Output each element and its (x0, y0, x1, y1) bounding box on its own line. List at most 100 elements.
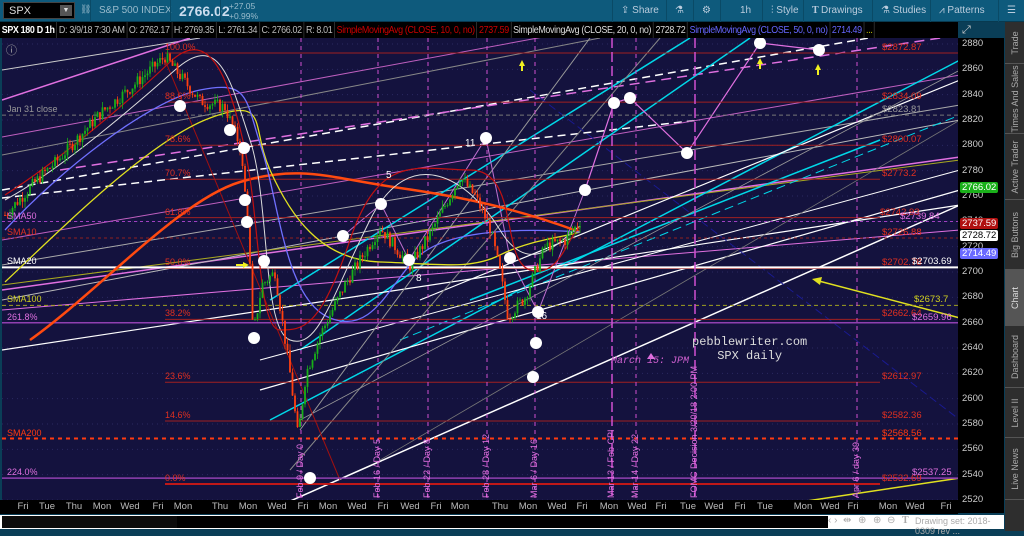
text-tool-icon[interactable]: T (902, 515, 909, 526)
expand-icon[interactable]: ⤢ (962, 24, 971, 37)
candle-body (364, 256, 366, 258)
time-axis-label: Thu (65, 501, 83, 512)
candle-body (24, 198, 26, 202)
side-tab-active-trader[interactable]: Active Trader (1005, 134, 1024, 200)
time-axis-label: Tue (679, 501, 697, 512)
sma50-label: SMA50 (7, 210, 37, 221)
candle-body (306, 368, 309, 387)
candle-body (86, 127, 89, 131)
candle-body (204, 105, 206, 107)
candle-body (124, 89, 126, 92)
pan-icon[interactable]: ⇹ (843, 515, 851, 526)
symbol-input[interactable]: SPX ▼ (3, 2, 75, 19)
candle-body (456, 185, 459, 189)
chart-title: SPX 180 D 1h (0, 22, 58, 38)
candle-body (121, 91, 124, 104)
candle-body (106, 107, 109, 110)
price-axis-label: 2640 (962, 342, 984, 353)
info-row: SPX 180 D 1h D: 3/9/18 7:30 AM O: 2762.17 H… (0, 22, 876, 38)
candle-body (574, 226, 576, 231)
candle-body (34, 178, 36, 182)
settings-button[interactable]: ⚙ (693, 0, 719, 22)
fib-price: $2800.07 (882, 134, 922, 146)
price-tag-sma50: 2714.49 (960, 247, 999, 259)
candle-body (81, 133, 84, 143)
studies-button[interactable]: ⚗ Studies (872, 0, 934, 22)
candle-body (344, 281, 346, 293)
more-studies[interactable]: ... (864, 22, 876, 38)
candle-body (566, 234, 569, 245)
grid (2, 43, 958, 501)
side-tab-dashboard[interactable]: Dashboard (1005, 326, 1024, 388)
candle-body (131, 88, 134, 94)
candle-body (341, 291, 344, 293)
chevron-down-icon[interactable]: ▼ (60, 5, 72, 16)
studies-label: Studies (892, 5, 927, 16)
close: C: 2766.02 (260, 22, 305, 38)
event-label: Feb 22 / Day 8 (422, 438, 432, 498)
style-button[interactable]: ⫶ Style (762, 0, 807, 22)
candle-body (196, 94, 199, 97)
side-tab-trade[interactable]: Trade (1005, 22, 1024, 64)
candle-body (526, 297, 529, 299)
candle-body (389, 232, 391, 247)
side-tab-big-buttons[interactable]: Big Buttons (1005, 200, 1024, 270)
price-axis-label: 2840 (962, 88, 984, 100)
side-tab-chart[interactable]: Chart (1005, 270, 1024, 326)
price-chart[interactable]: 100.0% $2872.87 88.6% $2834.09 78.6% $2800.07… (2, 38, 1002, 501)
side-tab-times-and-sales[interactable]: Times And Sales (1005, 64, 1024, 134)
candle-body (444, 205, 446, 207)
candle-body (109, 107, 111, 109)
wave-marker (681, 147, 693, 159)
flask-button[interactable]: ⚗ (666, 0, 692, 22)
sma50-label: SimpleMovingAvg (CLOSE, 50, 0, no) (688, 22, 831, 38)
arrow-up-icon (519, 60, 525, 66)
sma20-label: SMA20 (7, 256, 37, 267)
sma20-value: 2728.72 (654, 22, 688, 38)
candle-body (309, 367, 311, 369)
time-axis[interactable]: Fri Tue Thu Mon Wed Fri Mon Thu Mon Wed Fri Mon Wed F… (0, 500, 958, 514)
scrollbar[interactable]: ‹ › ⇹ ⊕ ⊕ ⊖ T Drawing set: 2018-0309 rev… (0, 515, 1004, 536)
candle-body (141, 77, 144, 85)
time-axis-label: Mon (92, 501, 112, 512)
price-axis-label: 2780 (962, 164, 984, 176)
menu-button[interactable]: ☰ (998, 0, 1024, 22)
time-axis-label: Fri (734, 501, 746, 512)
wave-marker (337, 230, 349, 242)
zoom-out-icon[interactable]: ⊖ (887, 515, 895, 526)
side-tab-level-ii[interactable]: Level II (1005, 388, 1024, 438)
time-axis-label: Fri (297, 501, 309, 512)
time-axis-label: Fri (17, 501, 29, 512)
share-icon: ⇪ (621, 5, 633, 16)
zoom-in-icon[interactable]: ⊕ (873, 515, 881, 526)
candle-body (514, 313, 516, 318)
side-tab-live-news[interactable]: Live News (1005, 438, 1024, 500)
event-label: Feb 9 / Day 0 (295, 443, 305, 498)
crosshair-icon[interactable]: ⊕ (858, 515, 866, 526)
share-button[interactable]: ⇪ Share (612, 0, 667, 22)
scroll-left[interactable] (2, 516, 177, 528)
sma100-label: SMA100 (7, 294, 42, 305)
side-tab-label: Big Buttons (1009, 211, 1020, 258)
price-axis[interactable]: 2880286028402820280027802760274027202700… (958, 38, 1004, 513)
candle-body (111, 107, 114, 109)
drawing-set[interactable]: Drawing set: 2018-0309 rev ... (915, 516, 1004, 536)
scroll-arrows[interactable]: ‹ › (828, 515, 837, 526)
drawings-label: Drawings (821, 5, 863, 16)
event-label: Mar 13 / Feb CPI (606, 429, 616, 498)
candle-body (256, 313, 259, 320)
style-label: Style (776, 5, 799, 16)
candle-body (244, 166, 246, 192)
candle-body (179, 73, 181, 80)
event-label: Feb 16 / Day 5 (372, 438, 382, 498)
candle-body (151, 61, 154, 67)
candle-body (166, 53, 169, 63)
candle-body (279, 295, 281, 311)
candle-body (346, 280, 349, 282)
open: O: 2762.17 (127, 22, 173, 38)
time-axis-label: Thu (491, 501, 509, 512)
patterns-button[interactable]: ⩘ Patterns (930, 0, 993, 22)
drawings-button[interactable]: T Drawings (803, 0, 871, 22)
alert-icon[interactable]: ⓘ (6, 42, 17, 58)
candle-body (261, 282, 264, 298)
